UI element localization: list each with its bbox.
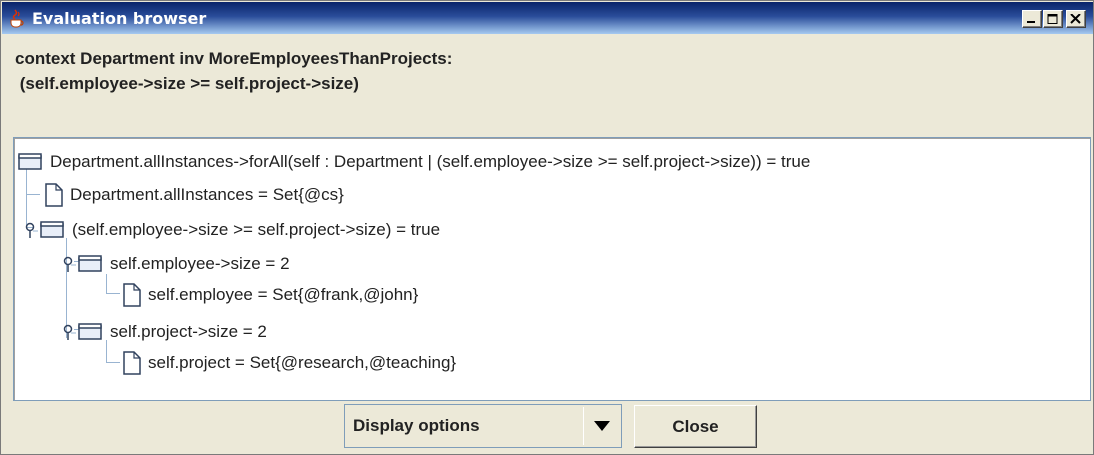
document-icon <box>123 351 141 375</box>
tree-node-project-size[interactable]: self.project->size = 2 <box>62 318 267 346</box>
tree-node-allinstances[interactable]: Department.allInstances = Set{@cs} <box>44 181 344 209</box>
tree-node-employee-size[interactable]: self.employee->size = 2 <box>62 250 290 278</box>
tree-node-comparison[interactable]: (self.employee->size >= self.project->si… <box>24 216 440 244</box>
minimize-button[interactable] <box>1022 10 1042 28</box>
tree-node-project-set[interactable]: self.project = Set{@research,@teaching} <box>122 349 456 377</box>
display-options-label: Display options <box>353 416 480 435</box>
tree-node-label: self.employee = Set{@frank,@john} <box>148 285 419 304</box>
folder-icon <box>40 221 64 238</box>
display-options-dropdown[interactable]: Display options <box>344 404 622 448</box>
tree-node-label: self.employee->size = 2 <box>110 254 290 273</box>
expand-handle-icon[interactable] <box>62 254 78 274</box>
tree-node-label: Department.allInstances->forAll(self : D… <box>50 152 811 171</box>
tree-guide <box>106 293 120 294</box>
document-icon <box>123 283 141 307</box>
folder-icon <box>78 323 102 340</box>
document-icon <box>45 183 63 207</box>
java-cup-icon <box>8 8 26 28</box>
folder-icon <box>18 153 42 170</box>
minimize-icon <box>1027 21 1035 23</box>
expand-handle-icon[interactable] <box>24 220 40 240</box>
tree-guide <box>106 362 120 363</box>
tree-node-forall[interactable]: Department.allInstances->forAll(self : D… <box>18 148 810 176</box>
evaluation-tree[interactable]: Department.allInstances->forAll(self : D… <box>13 137 1091 401</box>
tree-node-label: self.project = Set{@research,@teaching} <box>148 353 457 372</box>
close-icon <box>1070 14 1081 24</box>
dropdown-arrow-button[interactable] <box>583 407 619 445</box>
expand-handle-icon[interactable] <box>62 322 78 342</box>
tree-node-label: (self.employee->size >= self.project->si… <box>72 220 441 239</box>
title-bar[interactable]: Evaluation browser <box>2 2 1093 34</box>
maximize-button[interactable] <box>1043 10 1063 28</box>
evaluation-browser-window: Evaluation browser context Department in… <box>0 0 1094 455</box>
tree-guide <box>26 194 40 195</box>
tree-node-employee-set[interactable]: self.employee = Set{@frank,@john} <box>122 281 418 309</box>
maximize-icon <box>1047 14 1058 24</box>
window-title: Evaluation browser <box>32 9 207 28</box>
triangle-down-icon <box>594 421 610 431</box>
context-line-1: context Department inv MoreEmployeesThan… <box>15 49 453 68</box>
tree-node-label: Department.allInstances = Set{@cs} <box>70 185 344 204</box>
context-line-2: (self.employee->size >= self.project->si… <box>15 74 359 93</box>
context-header: context Department inv MoreEmployeesThan… <box>15 46 452 96</box>
close-button[interactable]: Close <box>634 405 757 448</box>
folder-icon <box>78 255 102 272</box>
close-window-button[interactable] <box>1066 10 1086 28</box>
tree-node-label: self.project->size = 2 <box>110 322 267 341</box>
